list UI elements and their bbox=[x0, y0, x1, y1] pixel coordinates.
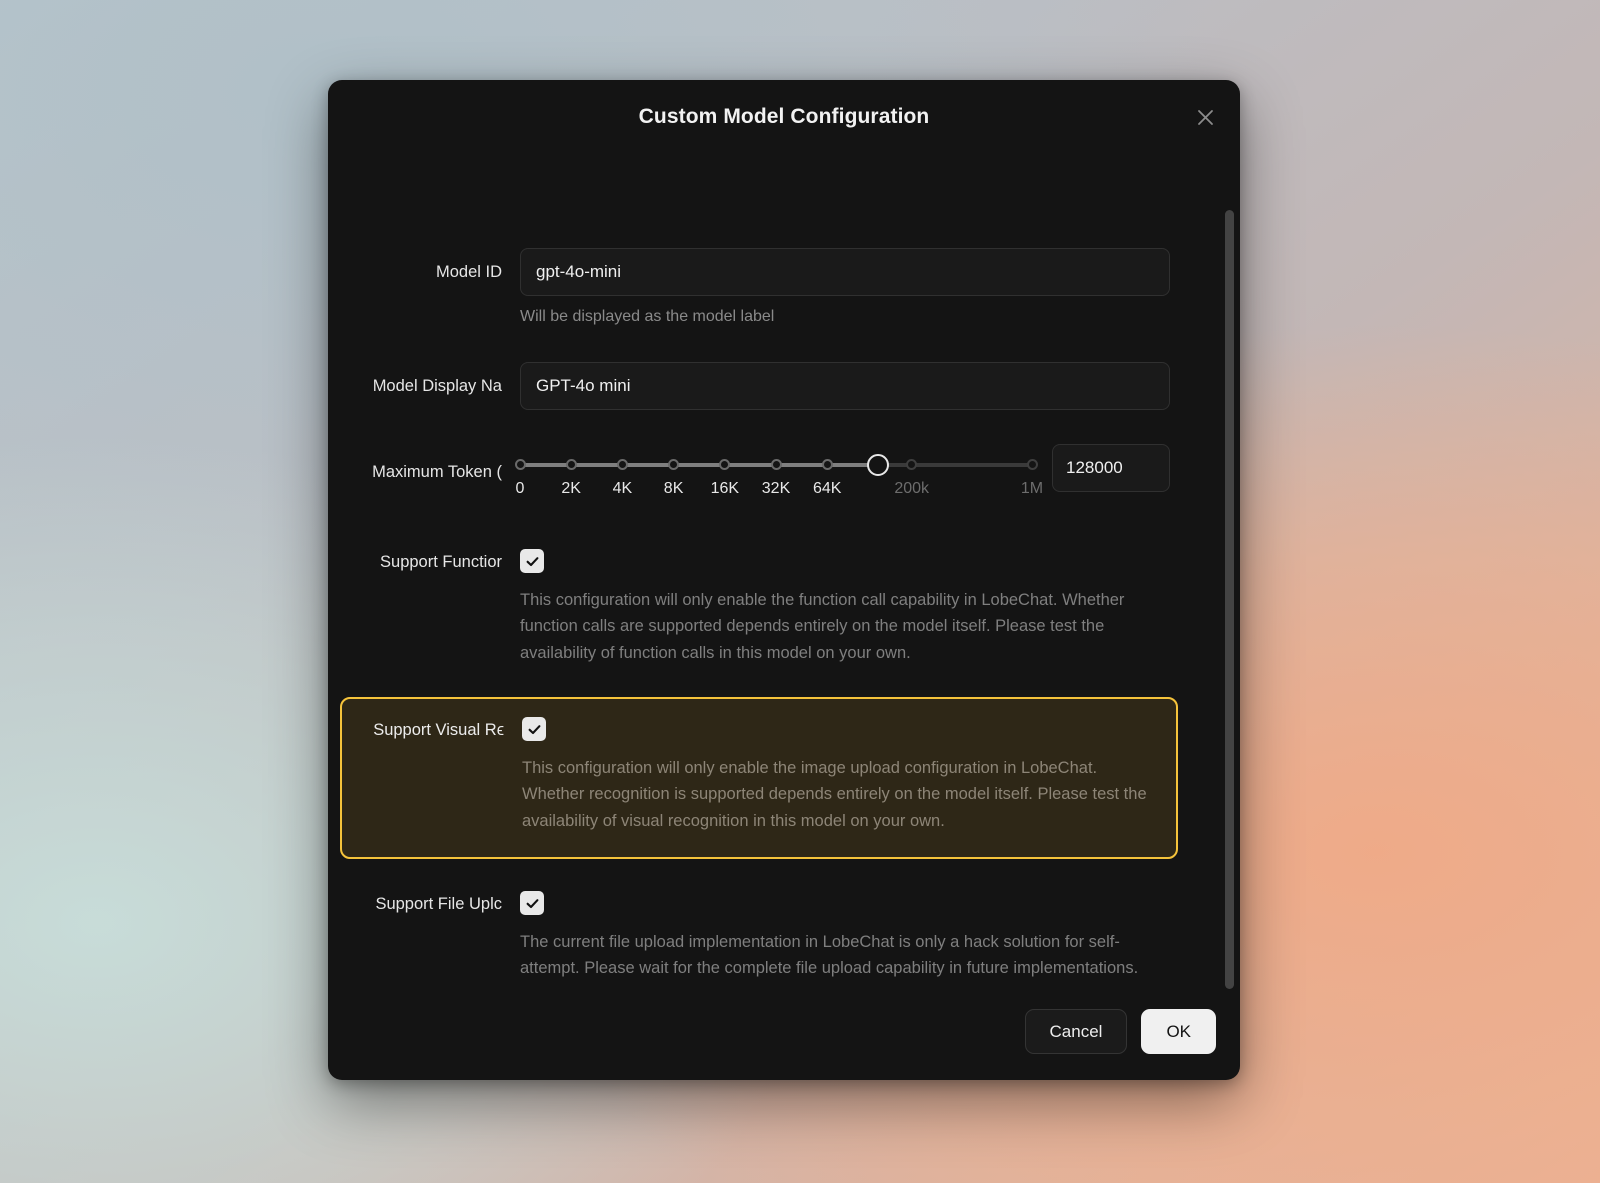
slider-tick-label-8: 1M bbox=[1020, 480, 1044, 497]
cancel-button[interactable]: Cancel bbox=[1024, 1009, 1128, 1054]
custom-model-configuration-dialog: Custom Model Configuration Model ID Will… bbox=[328, 80, 1240, 1080]
dialog-footer: Cancel OK bbox=[328, 1009, 1240, 1080]
slider-handle[interactable] bbox=[867, 454, 890, 476]
control-display-name bbox=[520, 362, 1170, 410]
slider-tick-label-6: 64K bbox=[812, 480, 842, 497]
dialog-header: Custom Model Configuration bbox=[328, 80, 1240, 154]
slider-rail-box[interactable] bbox=[514, 454, 1038, 476]
slider-tick-label-7: 200k bbox=[894, 480, 930, 497]
form-row-visual-recognition: Support Visual Rϵ This configuration wil… bbox=[328, 697, 1240, 859]
form-row-max-token: Maximum Token ( 0 2K 4K 8K 16K 32K 64K 200k 1M bbox=[328, 444, 1240, 504]
label-function-call: Support Functior bbox=[380, 553, 502, 571]
slider-tick-label-5: 32K bbox=[761, 480, 791, 497]
slider-mark-labels: 0 2K 4K 8K 16K 32K 64K 200k 1M bbox=[516, 480, 1044, 504]
file-upload-description: The current file upload implementation i… bbox=[520, 932, 1139, 978]
visual-recognition-highlight: Support Visual Rϵ This configuration wil… bbox=[340, 697, 1178, 859]
slider-tick-6[interactable] bbox=[821, 459, 833, 470]
form-row-display-name: Model Display Na bbox=[328, 362, 1240, 410]
slider-tick-1[interactable] bbox=[565, 459, 577, 470]
control-model-id: Will be displayed as the model label bbox=[520, 248, 1170, 328]
slider-tick-7[interactable] bbox=[906, 459, 918, 470]
display-name-input[interactable] bbox=[520, 362, 1170, 410]
ok-button[interactable]: OK bbox=[1141, 1009, 1216, 1054]
function-call-description: This configuration will only enable the … bbox=[520, 590, 1125, 662]
model-id-input[interactable] bbox=[520, 248, 1170, 296]
label-display-name: Model Display Na bbox=[372, 377, 502, 395]
slider-tick-label-0: 0 bbox=[515, 480, 525, 497]
dialog-scroll-body: Model ID Will be displayed as the model … bbox=[328, 154, 1240, 1009]
visual-recognition-description: This configuration will only enable the … bbox=[522, 758, 1147, 830]
form-scroll-area: Model ID Will be displayed as the model … bbox=[328, 154, 1240, 1009]
dialog-title: Custom Model Configuration bbox=[638, 105, 930, 128]
form-row-function-call: Support Functior This configuration will… bbox=[328, 549, 1240, 667]
slider-tick-2[interactable] bbox=[616, 459, 628, 470]
label-visual-recognition: Support Visual Rϵ bbox=[373, 721, 504, 739]
slider-tick-label-3: 8K bbox=[663, 480, 684, 497]
slider-tick-label-1: 2K bbox=[561, 480, 581, 497]
slider-tick-0[interactable] bbox=[514, 459, 526, 470]
slider-tick-5[interactable] bbox=[770, 459, 782, 470]
model-id-hint: Will be displayed as the model label bbox=[520, 308, 775, 325]
slider-tick-label-2: 4K bbox=[612, 480, 633, 497]
max-token-number-input[interactable] bbox=[1052, 444, 1170, 492]
max-token-slider[interactable]: 0 2K 4K 8K 16K 32K 64K 200k 1M bbox=[514, 444, 1044, 504]
slider-tick-4[interactable] bbox=[719, 459, 731, 470]
function-call-checkbox[interactable] bbox=[520, 549, 544, 573]
control-visual-recognition: This configuration will only enable the … bbox=[522, 717, 1156, 835]
form-row-model-id: Model ID Will be displayed as the model … bbox=[328, 248, 1240, 328]
slider-tick-label-4: 16K bbox=[710, 480, 740, 497]
dialog-scrollbar-thumb[interactable] bbox=[1225, 210, 1234, 989]
close-icon[interactable] bbox=[1188, 100, 1222, 134]
dialog-scrollbar[interactable] bbox=[1225, 210, 1234, 989]
label-file-upload: Support File Uplc bbox=[375, 895, 502, 913]
slider-tick-8[interactable] bbox=[1026, 459, 1038, 470]
slider-tick-3[interactable] bbox=[668, 459, 680, 470]
label-max-token: Maximum Token ( bbox=[372, 463, 502, 481]
control-file-upload: The current file upload implementation i… bbox=[520, 891, 1170, 982]
control-function-call: This configuration will only enable the … bbox=[520, 549, 1170, 667]
control-max-token: 0 2K 4K 8K 16K 32K 64K 200k 1M bbox=[514, 444, 1170, 504]
file-upload-checkbox[interactable] bbox=[520, 891, 544, 915]
form-row-file-upload: Support File Uplc The current file uploa… bbox=[328, 891, 1240, 982]
label-model-id: Model ID bbox=[435, 263, 502, 281]
visual-recognition-checkbox[interactable] bbox=[522, 717, 546, 741]
